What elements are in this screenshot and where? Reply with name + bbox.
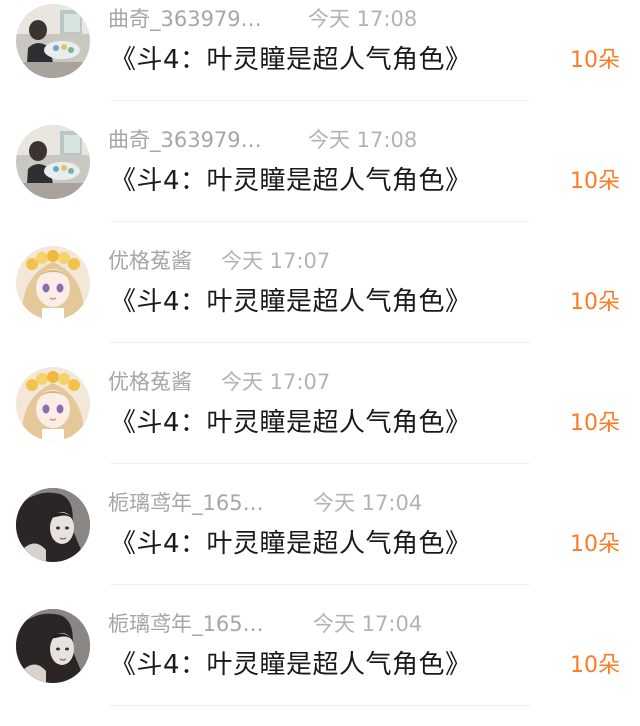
timestamp: 今天 17:07 bbox=[221, 249, 331, 273]
gift-record-list: 曲奇_363979… 今天 17:08 《斗4：叶灵瞳是超人气角色》 10朵 曲… bbox=[0, 0, 640, 726]
gift-message: 《斗4：叶灵瞳是超人气角色》 bbox=[110, 408, 472, 438]
gift-message: 《斗4：叶灵瞳是超人气角色》 bbox=[110, 287, 472, 317]
item-meta: 曲奇_363979… 今天 17:08 bbox=[108, 4, 417, 34]
gift-count: 10朵 bbox=[570, 290, 620, 315]
user-avatar-painter-icon[interactable] bbox=[16, 125, 90, 199]
list-item[interactable]: 优格菟酱 今天 17:07 《斗4：叶灵瞳是超人气角色》 10朵 bbox=[0, 242, 640, 363]
user-avatar-anime-girl-icon[interactable] bbox=[16, 367, 90, 441]
gift-message: 《斗4：叶灵瞳是超人气角色》 bbox=[110, 650, 472, 680]
list-item[interactable]: 曲奇_363979… 今天 17:08 《斗4：叶灵瞳是超人气角色》 10朵 bbox=[0, 0, 640, 121]
timestamp: 今天 17:08 bbox=[308, 7, 418, 31]
username[interactable]: 优格菟酱 bbox=[108, 367, 192, 397]
gift-count: 10朵 bbox=[570, 169, 620, 194]
gift-count: 10朵 bbox=[570, 653, 620, 678]
item-meta: 优格菟酱 今天 17:07 bbox=[108, 367, 330, 397]
username[interactable]: 栀璃鸢年_165… bbox=[108, 488, 264, 518]
divider bbox=[110, 584, 530, 585]
gift-count: 10朵 bbox=[570, 48, 620, 73]
username[interactable]: 栀璃鸢年_165… bbox=[108, 609, 264, 639]
username[interactable]: 曲奇_363979… bbox=[108, 125, 262, 155]
divider bbox=[110, 100, 530, 101]
timestamp: 今天 17:07 bbox=[221, 370, 331, 394]
user-avatar-anime-girl-icon[interactable] bbox=[16, 246, 90, 320]
timestamp: 今天 17:04 bbox=[313, 612, 423, 636]
gift-count: 10朵 bbox=[570, 411, 620, 436]
item-meta: 曲奇_363979… 今天 17:08 bbox=[108, 125, 417, 155]
item-meta: 栀璃鸢年_165… 今天 17:04 bbox=[108, 488, 422, 518]
list-item[interactable]: 优格菟酱 今天 17:07 《斗4：叶灵瞳是超人气角色》 10朵 bbox=[0, 363, 640, 484]
timestamp: 今天 17:04 bbox=[313, 491, 423, 515]
user-avatar-dark-portrait-icon[interactable] bbox=[16, 609, 90, 683]
username[interactable]: 优格菟酱 bbox=[108, 246, 192, 276]
divider bbox=[110, 221, 530, 222]
divider bbox=[110, 705, 530, 706]
gift-message: 《斗4：叶灵瞳是超人气角色》 bbox=[110, 166, 472, 196]
item-meta: 栀璃鸢年_165… 今天 17:04 bbox=[108, 609, 422, 639]
list-item[interactable]: 曲奇_363979… 今天 17:08 《斗4：叶灵瞳是超人气角色》 10朵 bbox=[0, 121, 640, 242]
user-avatar-painter-icon[interactable] bbox=[16, 4, 90, 78]
username[interactable]: 曲奇_363979… bbox=[108, 4, 262, 34]
list-item[interactable]: 栀璃鸢年_165… 今天 17:04 《斗4：叶灵瞳是超人气角色》 10朵 bbox=[0, 484, 640, 605]
gift-message: 《斗4：叶灵瞳是超人气角色》 bbox=[110, 45, 472, 75]
timestamp: 今天 17:08 bbox=[308, 128, 418, 152]
divider bbox=[110, 342, 530, 343]
gift-count: 10朵 bbox=[570, 532, 620, 557]
gift-message: 《斗4：叶灵瞳是超人气角色》 bbox=[110, 529, 472, 559]
item-meta: 优格菟酱 今天 17:07 bbox=[108, 246, 330, 276]
user-avatar-dark-portrait-icon[interactable] bbox=[16, 488, 90, 562]
divider bbox=[110, 463, 530, 464]
list-item[interactable]: 栀璃鸢年_165… 今天 17:04 《斗4：叶灵瞳是超人气角色》 10朵 bbox=[0, 605, 640, 726]
